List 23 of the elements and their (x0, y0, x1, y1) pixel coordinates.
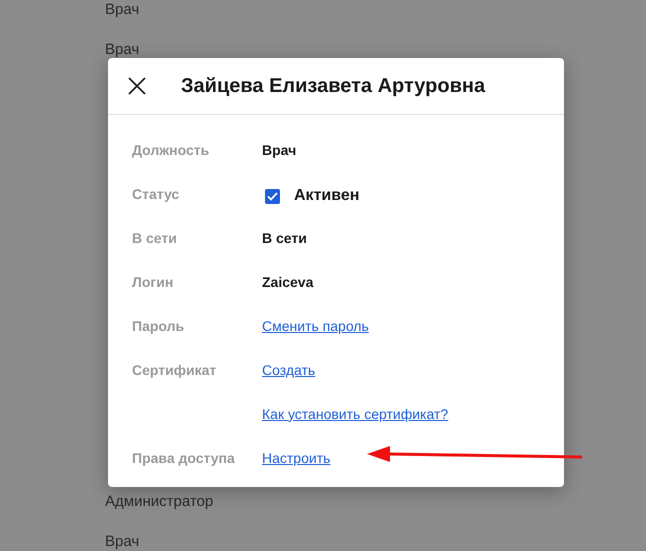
field-label: Сертификат (132, 360, 218, 380)
link[interactable]: Создать (262, 360, 316, 380)
link[interactable]: Сменить пароль (262, 316, 369, 336)
close-icon (128, 77, 146, 95)
list-item-text: Врач (105, 41, 140, 59)
field-value: В сети (262, 228, 307, 248)
field-label: Логин (132, 272, 174, 292)
field-label: В сети (132, 228, 178, 248)
field-label: Пароль (132, 316, 186, 336)
list-item-text: Врач (105, 533, 140, 551)
close-button[interactable] (127, 76, 147, 96)
link[interactable]: Настроить (262, 448, 330, 468)
field-label: Статус (132, 184, 180, 204)
field-label: Должность (132, 140, 210, 160)
list-item-text: Администратор (105, 493, 214, 511)
list-item-text: Врач (105, 1, 140, 19)
field-value: Врач (262, 140, 296, 160)
field-value: Zaiceva (262, 272, 314, 292)
dialog-title: Зайцева Елизавета Артуровна (181, 74, 486, 99)
checkbox-label: Активен (294, 186, 360, 206)
checkbox[interactable] (265, 188, 280, 204)
field-label: Права доступа (132, 448, 236, 468)
link[interactable]: Как установить сертификат? (262, 404, 448, 424)
